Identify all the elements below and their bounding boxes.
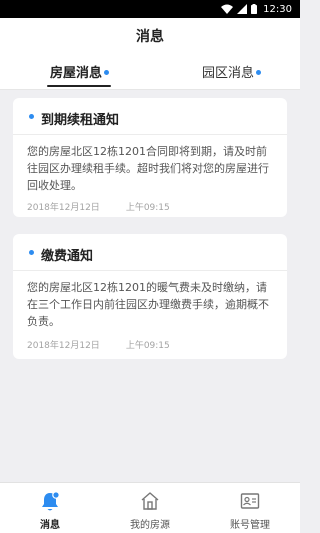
title-dot — [29, 250, 34, 255]
title-dot — [29, 114, 34, 119]
message-header: 缴费通知 — [13, 234, 287, 271]
message-meta: 2018年12月12日 上午09:15 — [27, 200, 170, 213]
message-card[interactable]: 缴费通知 您的房屋北区12栋1201的暖气费未及时缴纳，请在三个工作日内前往园区… — [13, 234, 287, 359]
message-card[interactable]: 到期续租通知 您的房屋北区12栋1201合同即将到期，请及时前往园区办理续租手续… — [13, 98, 287, 217]
message-time: 上午09:15 — [125, 341, 170, 351]
message-meta: 2018年12月12日 上午09:15 — [27, 338, 170, 351]
message-time: 上午09:15 — [125, 203, 170, 213]
tab-park-messages[interactable]: 园区消息 — [202, 62, 262, 81]
page-title: 消息 — [136, 29, 164, 45]
nav-item-my-houses[interactable]: 我的房源 — [100, 483, 200, 533]
wifi-icon — [221, 4, 234, 14]
unread-dot — [104, 70, 110, 75]
nav-label: 我的房源 — [130, 520, 170, 531]
signal-icon — [237, 4, 248, 14]
nav-label: 账号管理 — [230, 520, 270, 531]
message-title: 到期续租通知 — [41, 113, 120, 128]
message-list: 到期续租通知 您的房屋北区12栋1201合同即将到期，请及时前往园区办理续租手续… — [0, 91, 300, 482]
tab-bar: 房屋消息 园区消息 — [0, 52, 300, 90]
nav-bar: 消息 — [0, 18, 300, 52]
nav-label: 消息 — [40, 520, 60, 531]
unread-dot — [256, 70, 262, 75]
message-body: 您的房屋北区12栋1201的暖气费未及时缴纳，请在三个工作日内前往园区办理缴费手… — [27, 281, 269, 328]
bell-icon — [42, 491, 60, 511]
message-body: 您的房屋北区12栋1201合同即将到期，请及时前往园区办理续租手续。超时我们将对… — [27, 145, 269, 192]
tab-label: 房屋消息 — [50, 66, 103, 81]
tab-label: 园区消息 — [202, 66, 255, 81]
id-card-icon — [240, 493, 260, 509]
bottom-nav: 消息 我的房源 账号管理 — [0, 482, 300, 533]
nav-item-messages[interactable]: 消息 — [0, 483, 100, 533]
message-header: 到期续租通知 — [13, 98, 287, 135]
home-icon — [141, 492, 159, 510]
active-tab-indicator — [47, 85, 111, 87]
status-bar: 12:30 — [0, 0, 300, 18]
battery-icon — [251, 4, 258, 14]
tab-house-messages[interactable]: 房屋消息 — [50, 62, 110, 81]
status-icons: 12:30 — [221, 2, 292, 16]
message-date: 2018年12月12日 — [27, 341, 100, 351]
message-title: 缴费通知 — [41, 249, 94, 264]
status-time: 12:30 — [263, 3, 292, 15]
message-date: 2018年12月12日 — [27, 203, 100, 213]
nav-item-account[interactable]: 账号管理 — [200, 483, 300, 533]
